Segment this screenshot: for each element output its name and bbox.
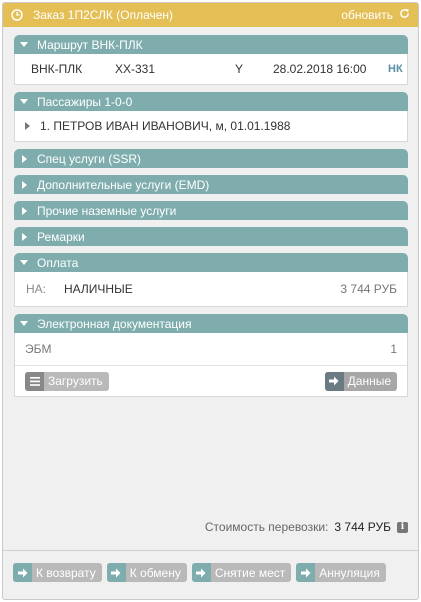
route-segment-row: ВНК-ПЛК XX-331 Y 28.02.2018 16:00 НК: [15, 54, 407, 84]
cancel-order-label: Аннуляция: [319, 565, 380, 580]
list-icon: [25, 371, 44, 391]
refresh-button[interactable]: обновить: [341, 8, 410, 22]
data-label: Данные: [347, 374, 391, 388]
cost-summary: Стоимость перевозки: 3 744 РУБ i: [205, 520, 408, 534]
route-section-title: Маршрут ВНК-ПЛК: [37, 37, 143, 52]
expand-arrow-icon: [20, 260, 28, 265]
info-icon[interactable]: i: [397, 521, 408, 533]
payment-section-header[interactable]: Оплата: [14, 253, 408, 272]
remarks-section: Ремарки: [14, 227, 408, 246]
route-segment: ВНК-ПЛК: [31, 62, 83, 76]
arrow-right-icon: [191, 563, 211, 582]
cost-label: Стоимость перевозки:: [204, 520, 329, 534]
refresh-icon: [399, 8, 410, 22]
ebm-label: ЭБМ: [25, 342, 52, 356]
arrow-right-icon: [324, 371, 344, 391]
payment-method: НАЛИЧНЫЕ: [64, 282, 133, 296]
exchange-label: К обмену: [129, 565, 181, 580]
remarks-section-title: Ремарки: [37, 229, 85, 244]
order-header: Заказ 1П2СЛК (Оплачен) обновить: [3, 3, 418, 27]
expand-arrow-icon: [20, 99, 28, 104]
payment-amount: 3 744 РУБ: [340, 282, 397, 296]
edocs-section-header[interactable]: Электронная документация: [14, 314, 408, 333]
arrow-right-icon: [106, 563, 126, 582]
emd-section: Дополнительные услуги (EMD): [14, 175, 408, 194]
route-section: Маршрут ВНК-ПЛК ВНК-ПЛК XX-331 Y 28.02.2…: [14, 35, 408, 85]
remarks-section-header[interactable]: Ремарки: [14, 227, 408, 246]
route-flight: XX-331: [115, 62, 156, 76]
ebm-count: 1: [390, 342, 397, 356]
footer-divider: [3, 550, 418, 551]
collapsed-arrow-icon: [22, 180, 27, 189]
refund-button[interactable]: К возврату: [13, 563, 102, 582]
arrow-right-icon: [13, 563, 32, 582]
order-panel: Заказ 1П2СЛК (Оплачен) обновить Маршрут …: [2, 2, 419, 600]
passenger-row[interactable]: 1. ПЕТРОВ ИВАН ИВАНОВИЧ, м, 01.01.1988: [15, 111, 407, 141]
order-title: Заказ 1П2СЛК (Оплачен): [33, 8, 174, 22]
passengers-section-header[interactable]: Пассажиры 1-0-0: [14, 92, 408, 111]
route-class: Y: [235, 62, 244, 76]
edocs-buttons: Загрузить Данные: [15, 366, 407, 396]
upload-button[interactable]: Загрузить: [25, 371, 109, 391]
emd-section-header[interactable]: Дополнительные услуги (EMD): [14, 175, 408, 194]
data-button[interactable]: Данные: [324, 371, 397, 391]
expand-arrow-icon: [20, 42, 28, 47]
payment-code: НА:: [26, 282, 47, 296]
edocs-section: Электронная документация ЭБМ 1 Загрузить: [14, 314, 408, 397]
action-bar: К возврату К обмену Снятие мест Аннуляци…: [13, 563, 386, 582]
payment-section: Оплата НА: НАЛИЧНЫЕ 3 744 РУБ: [14, 253, 408, 307]
collapsed-arrow-icon: [22, 206, 27, 215]
remove-seats-label: Снятие мест: [214, 565, 286, 580]
emd-section-title: Дополнительные услуги (EMD): [37, 177, 210, 192]
ssr-section: Спец услуги (SSR): [14, 149, 408, 168]
ground-services-section-title: Прочие наземные услуги: [37, 203, 177, 218]
ssr-section-title: Спец услуги (SSR): [37, 151, 141, 166]
ebm-row: ЭБМ 1: [15, 333, 407, 366]
passenger-name: 1. ПЕТРОВ ИВАН ИВАНОВИЧ, м, 01.01.1988: [40, 119, 291, 133]
route-section-header[interactable]: Маршрут ВНК-ПЛК: [14, 35, 408, 54]
passengers-section-title: Пассажиры 1-0-0: [37, 94, 133, 109]
remove-seats-button[interactable]: Снятие мест: [191, 563, 292, 582]
refresh-label: обновить: [341, 8, 393, 22]
clock-icon: [11, 9, 23, 21]
upload-label: Загрузить: [48, 374, 103, 388]
collapsed-arrow-icon: [22, 154, 27, 163]
refund-label: К возврату: [36, 565, 96, 580]
exchange-button[interactable]: К обмену: [106, 563, 187, 582]
ground-services-section-header[interactable]: Прочие наземные услуги: [14, 201, 408, 220]
expand-arrow-icon: [20, 321, 28, 326]
ssr-section-header[interactable]: Спец услуги (SSR): [14, 149, 408, 168]
collapsed-arrow-icon: [22, 232, 27, 241]
payment-row: НА: НАЛИЧНЫЕ 3 744 РУБ: [15, 272, 407, 306]
ground-services-section: Прочие наземные услуги: [14, 201, 408, 220]
edocs-section-title: Электронная документация: [37, 316, 192, 331]
arrow-right-icon: [296, 563, 316, 582]
route-status-badge: НК: [388, 63, 403, 75]
cost-amount: 3 744 РУБ: [334, 520, 391, 534]
payment-section-title: Оплата: [37, 255, 79, 270]
passengers-section: Пассажиры 1-0-0 1. ПЕТРОВ ИВАН ИВАНОВИЧ,…: [14, 92, 408, 142]
expand-passenger-icon: [25, 122, 30, 130]
route-datetime: 28.02.2018 16:00: [273, 62, 367, 76]
cancel-order-button[interactable]: Аннуляция: [296, 563, 386, 582]
